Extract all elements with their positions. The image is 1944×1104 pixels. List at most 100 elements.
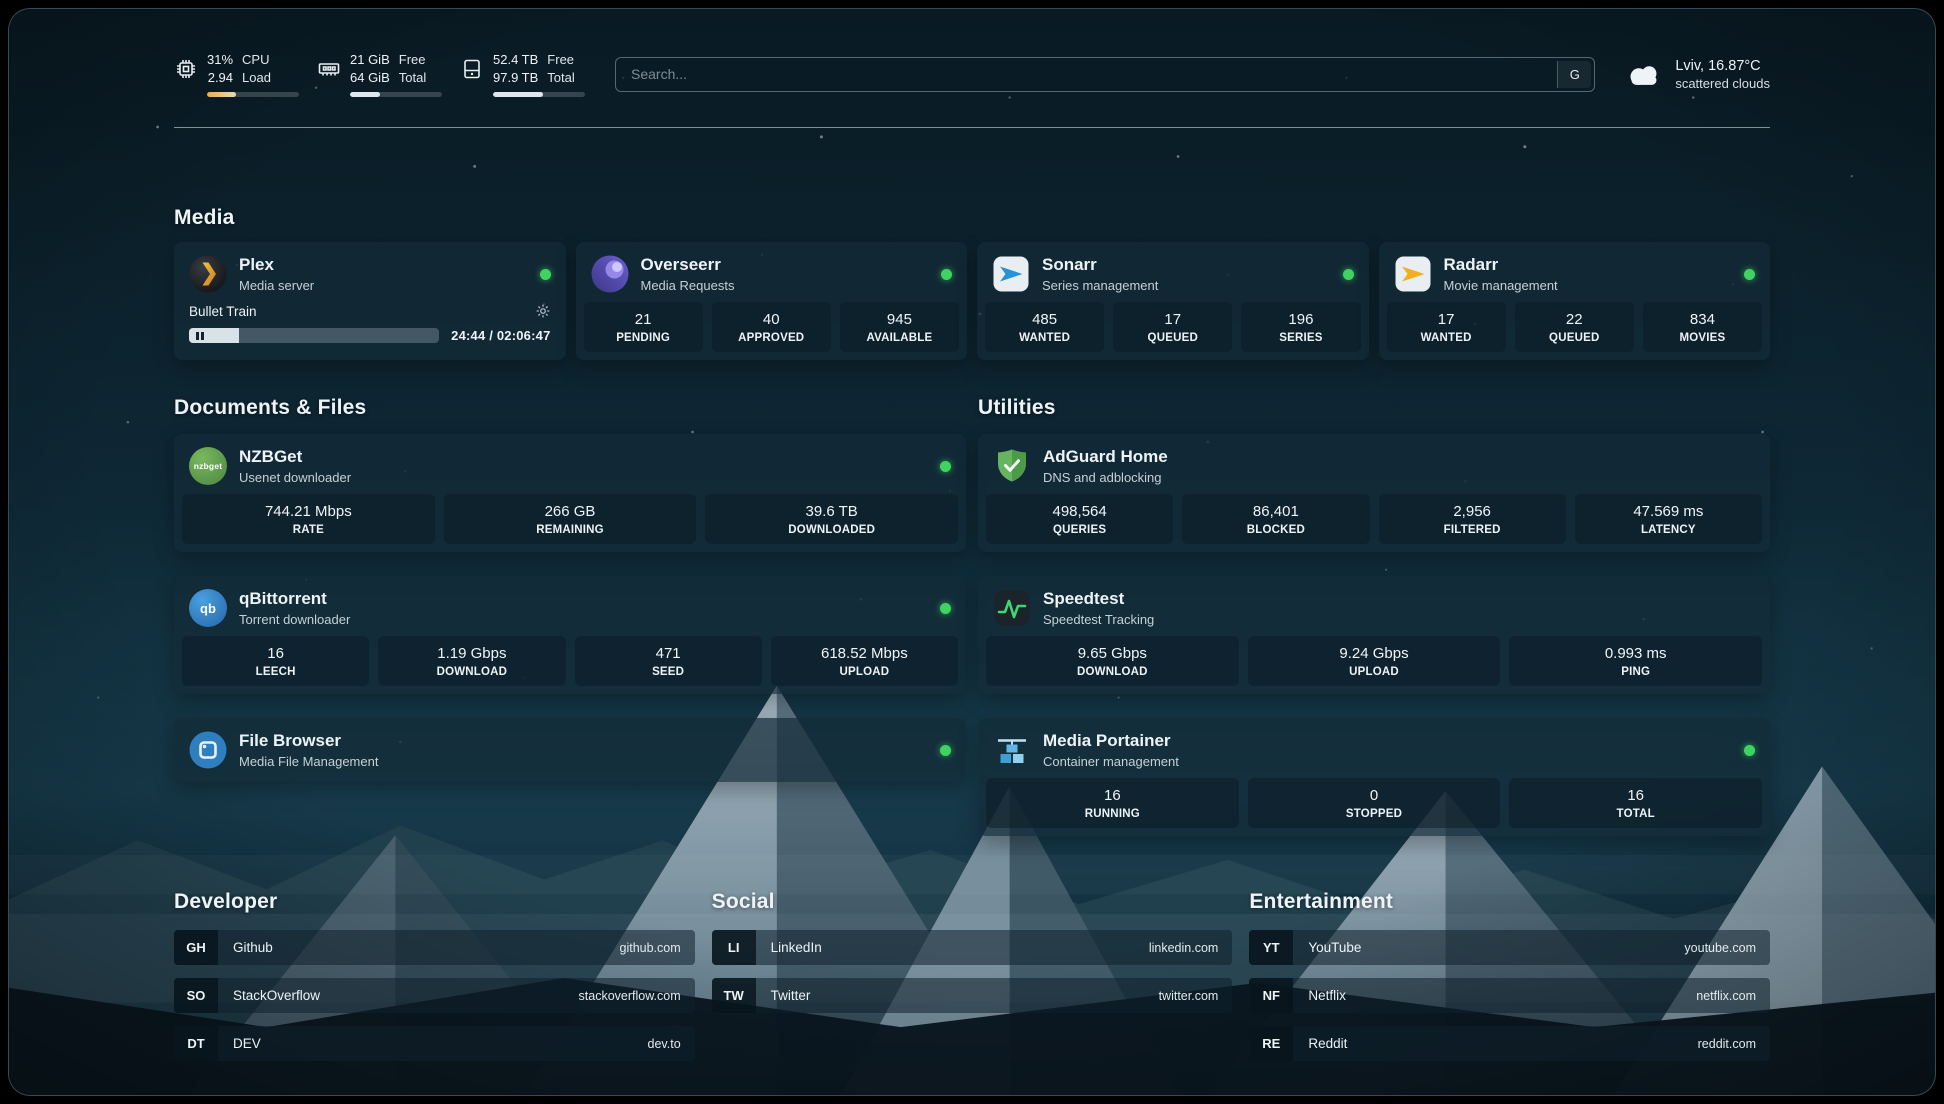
section-title-social: Social [712, 890, 1233, 914]
gear-icon[interactable] [535, 303, 551, 319]
pause-button[interactable] [196, 332, 204, 340]
stat-label: QUERIES [990, 524, 1169, 536]
stat-value: 485 [989, 311, 1100, 328]
sonarr-icon [992, 255, 1030, 293]
stat-value: 16 [186, 645, 365, 662]
stat-value: 16 [990, 787, 1235, 804]
search-input[interactable] [619, 66, 1557, 82]
bookmark-url: stackoverflow.com [579, 989, 681, 1003]
dashboard-window: 31% 2.94 CPU Load [8, 8, 1936, 1096]
stat-tile: 17 WANTED [1387, 302, 1506, 352]
playback-time: 24:44 / 02:06:47 [451, 328, 550, 343]
stat-label: STOPPED [1252, 808, 1497, 820]
stat-tile: 618.52 Mbps UPLOAD [771, 636, 958, 686]
stat-tile: 16 LEECH [182, 636, 369, 686]
app-card-speedtest[interactable]: Speedtest Speedtest Tracking 9.65 Gbps D… [978, 576, 1770, 694]
app-card-radarr[interactable]: Radarr Movie management 17 WANTED 22 QUE… [1379, 242, 1771, 360]
stat-tile: 945 AVAILABLE [840, 302, 959, 352]
bookmark-name: Netflix [1308, 988, 1346, 1003]
bookmark-row-reddit[interactable]: RE Reddit reddit.com [1249, 1026, 1770, 1061]
youtube-icon: YT [1249, 930, 1293, 965]
stat-label: SEED [579, 666, 758, 678]
bookmark-name: StackOverflow [233, 988, 320, 1003]
bookmark-row-dev[interactable]: DT DEV dev.to [174, 1026, 695, 1061]
plex-icon [189, 255, 227, 293]
disk-progress-fill [493, 92, 543, 97]
stat-tile: 471 SEED [575, 636, 762, 686]
app-name: Overseerr [641, 255, 735, 275]
app-description: Torrent downloader [239, 612, 350, 627]
stat-tile: 744.21 Mbps RATE [182, 494, 435, 544]
app-card-portainer[interactable]: Media Portainer Container management 16 … [978, 718, 1770, 836]
stat-label: BLOCKED [1186, 524, 1365, 536]
stat-label: REMAINING [448, 524, 693, 536]
stat-value: 16 [1513, 787, 1758, 804]
app-description: Container management [1043, 754, 1179, 769]
cpu-progress-track [207, 92, 299, 97]
stat-value: 40 [716, 311, 827, 328]
memory-progress-fill [350, 92, 380, 97]
playback-progress-bar[interactable] [189, 328, 439, 343]
app-card-adguard[interactable]: AdGuard Home DNS and adblocking 498,564 … [978, 434, 1770, 552]
memory-free-label: Free [399, 51, 426, 69]
bookmark-url: reddit.com [1698, 1037, 1756, 1051]
stat-label: UPLOAD [775, 666, 954, 678]
cpu-icon [174, 57, 198, 81]
stat-label: MOVIES [1647, 332, 1758, 344]
status-dot [940, 745, 951, 756]
stat-label: WANTED [1391, 332, 1502, 344]
app-card-overseerr[interactable]: Overseerr Media Requests 21 PENDING 40 A… [576, 242, 968, 360]
stat-value: 9.65 Gbps [990, 645, 1235, 662]
stat-label: PENDING [588, 332, 699, 344]
search-engine-button[interactable]: G [1557, 61, 1591, 88]
app-name: File Browser [239, 731, 378, 751]
bookmark-row-github[interactable]: GH Github github.com [174, 930, 695, 965]
app-card-filebrowser[interactable]: File Browser Media File Management [174, 718, 966, 782]
app-card-qbittorrent[interactable]: qb qBittorrent Torrent downloader 16 LEE… [174, 576, 966, 694]
bookmark-row-netflix[interactable]: NF Netflix netflix.com [1249, 978, 1770, 1013]
reddit-icon: RE [1249, 1026, 1293, 1061]
bookmark-row-stackoverflow[interactable]: SO StackOverflow stackoverflow.com [174, 978, 695, 1013]
app-description: Media server [239, 278, 314, 293]
stat-value: 0.993 ms [1513, 645, 1758, 662]
bookmark-name: Reddit [1308, 1036, 1347, 1051]
section-media: Media [174, 206, 1770, 360]
status-dot [940, 461, 951, 472]
stat-tile: 196 SERIES [1241, 302, 1360, 352]
now-playing-title: Bullet Train [189, 304, 257, 319]
cpu-usage-label: CPU [242, 51, 271, 69]
bookmark-row-youtube[interactable]: YT YouTube youtube.com [1249, 930, 1770, 965]
filebrowser-icon [189, 731, 227, 769]
status-dot [540, 269, 551, 280]
app-name: Plex [239, 255, 314, 275]
app-card-plex[interactable]: Plex Media server Bullet Train [174, 242, 566, 360]
app-card-nzbget[interactable]: nzbget NZBGet Usenet downloader 744.21 M… [174, 434, 966, 552]
bookmark-row-twitter[interactable]: TW Twitter twitter.com [712, 978, 1233, 1013]
stat-label: APPROVED [716, 332, 827, 344]
stat-label: TOTAL [1513, 808, 1758, 820]
stat-label: PING [1513, 666, 1758, 678]
disk-progress-track [493, 92, 585, 97]
stackoverflow-icon: SO [174, 978, 218, 1013]
stat-tile: 0.993 ms PING [1509, 636, 1762, 686]
bookmark-name: Github [233, 940, 273, 955]
memory-total-value: 64 GiB [350, 69, 390, 87]
section-title-entertainment: Entertainment [1249, 890, 1770, 914]
memory-total-label: Total [399, 69, 426, 87]
stat-label: LEECH [186, 666, 365, 678]
stat-value: 39.6 TB [709, 503, 954, 520]
disk-total-label: Total [547, 69, 574, 87]
stat-value: 945 [844, 311, 955, 328]
stat-value: 471 [579, 645, 758, 662]
stat-label: RATE [186, 524, 431, 536]
stat-label: UPLOAD [1252, 666, 1497, 678]
stat-value: 86,401 [1186, 503, 1365, 520]
app-description: Media Requests [641, 278, 735, 293]
portainer-icon [993, 731, 1031, 769]
app-card-sonarr[interactable]: Sonarr Series management 485 WANTED 17 Q… [977, 242, 1369, 360]
stat-tile: 0 STOPPED [1248, 778, 1501, 828]
bookmark-row-linkedin[interactable]: LI LinkedIn linkedin.com [712, 930, 1233, 965]
app-name: Speedtest [1043, 589, 1154, 609]
stat-value: 17 [1391, 311, 1502, 328]
cpu-usage-value: 31% [207, 51, 233, 69]
